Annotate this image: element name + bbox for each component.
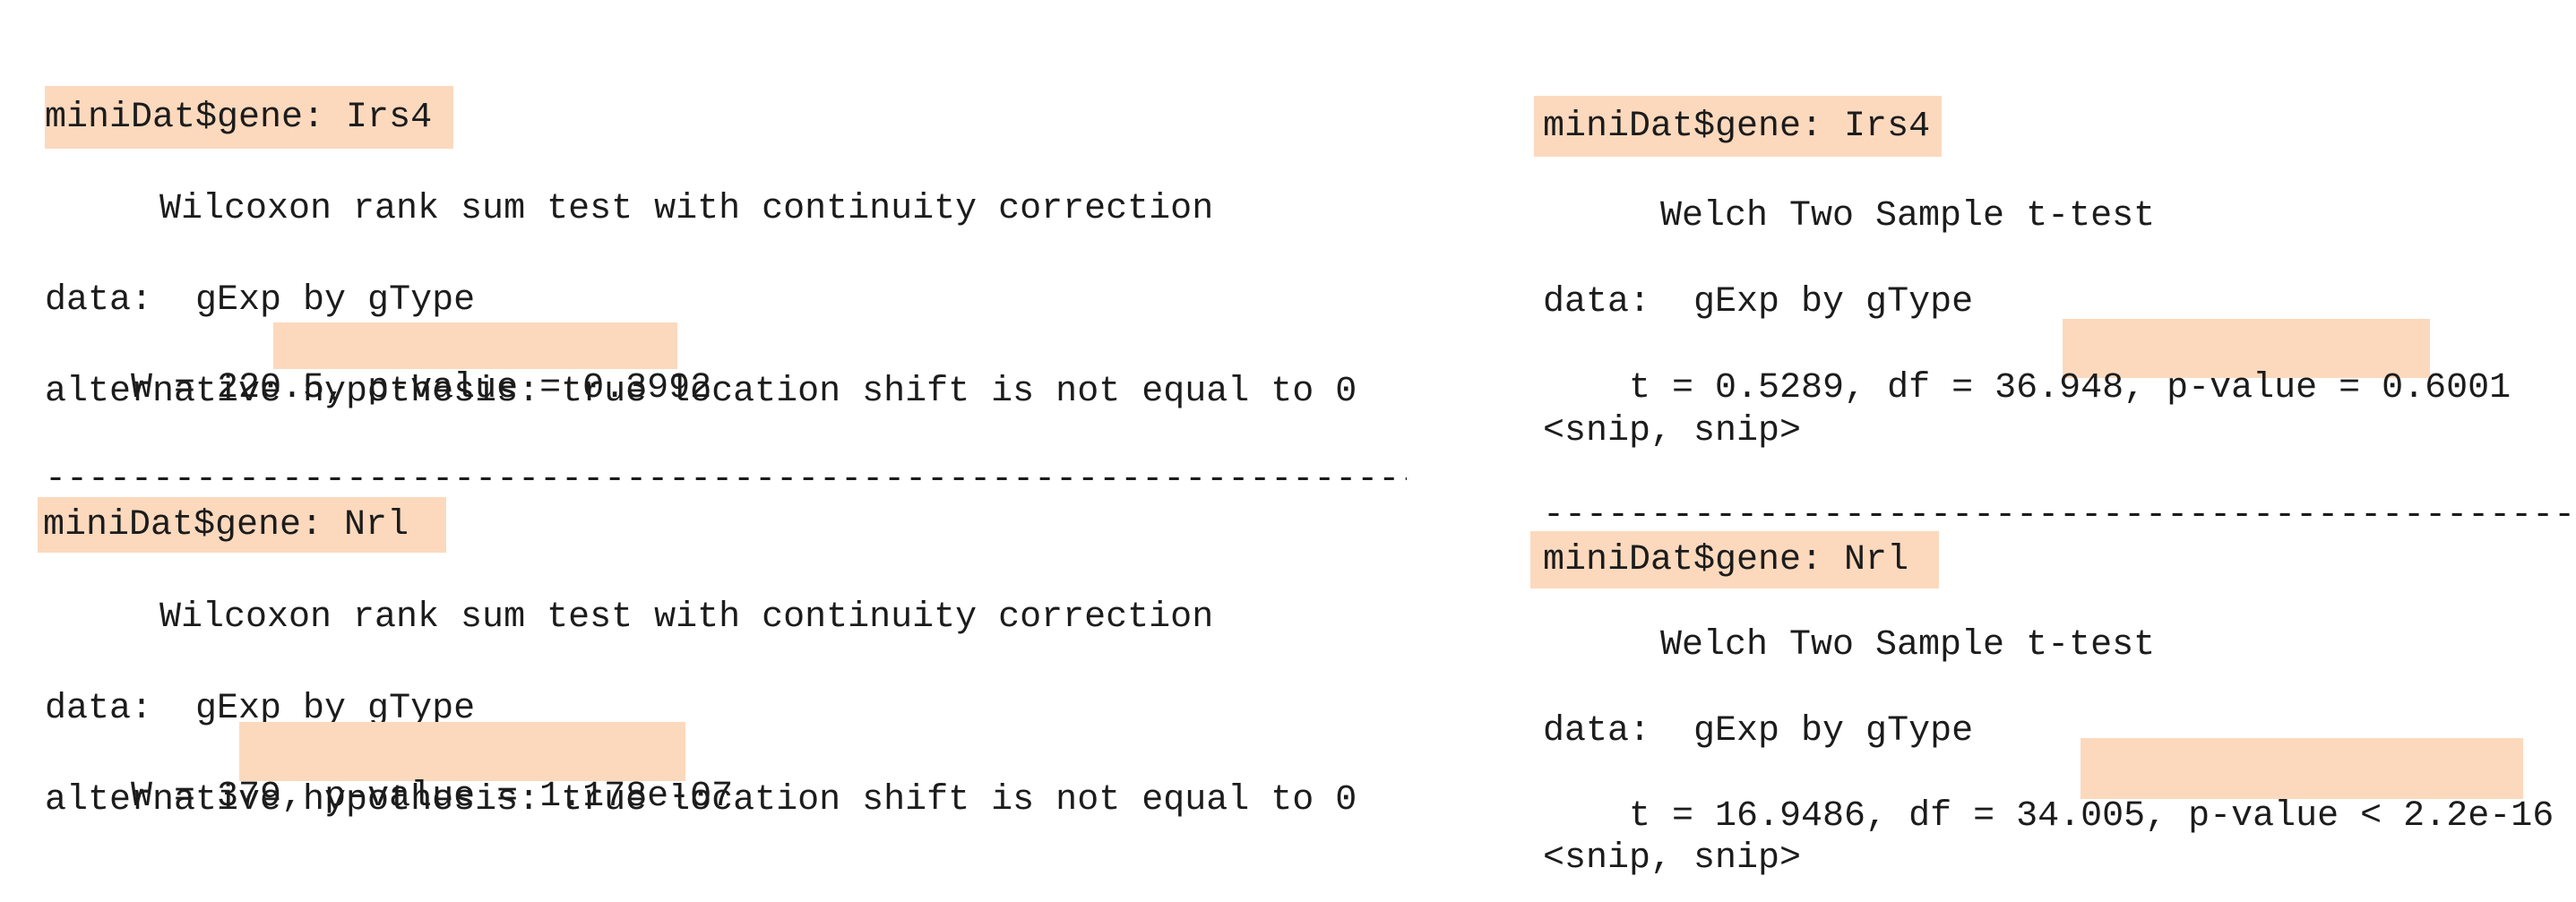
data-line: data: gExp by gType [1543, 711, 1974, 752]
test-title: Wilcoxon rank sum test with continuity c… [159, 189, 1214, 229]
gene-header: miniDat$gene: Irs4 [45, 98, 433, 138]
statistic-text: t = 16.9486, df = 34.005, [1629, 796, 2167, 837]
test-title: Welch Two Sample t-test [1660, 196, 2156, 236]
statistic-text: t = 0.5289, df = 36.948, [1629, 368, 2146, 408]
gene-header: miniDat$gene: Nrl [43, 505, 409, 545]
data-line: data: gExp by gType [45, 280, 476, 321]
snip-note: <snip, snip> [1543, 411, 1802, 451]
statistic-line: t = 16.9486, df = 34.005, p-value < 2.2e… [1543, 752, 2554, 837]
p-value-text: p-value = 0.6001 [2167, 368, 2511, 408]
alternative-hypothesis: alternative hypothesis: true location sh… [45, 780, 1357, 820]
data-line: data: gExp by gType [1543, 282, 1974, 322]
statistic-line: t = 0.5289, df = 36.948, p-value = 0.600… [1543, 324, 2511, 408]
snip-note: <snip, snip> [1543, 838, 1802, 879]
gene-header: miniDat$gene: Irs4 [1543, 107, 1931, 147]
p-value-text: p-value < 2.2e-16 [2188, 796, 2554, 837]
gene-header: miniDat$gene: Nrl [1543, 540, 1909, 580]
test-title: Welch Two Sample t-test [1660, 625, 2156, 666]
separator-line: ----------------------------------------… [45, 460, 1407, 500]
statistic-line: W = 379, p-value = 1.178e-07 [45, 733, 733, 817]
statistic-line: W = 220.5, p-value = 0.3992 [45, 324, 711, 408]
test-title: Wilcoxon rank sum test with continuity c… [159, 597, 1214, 638]
alternative-hypothesis: alternative hypothesis: true location sh… [45, 372, 1357, 412]
